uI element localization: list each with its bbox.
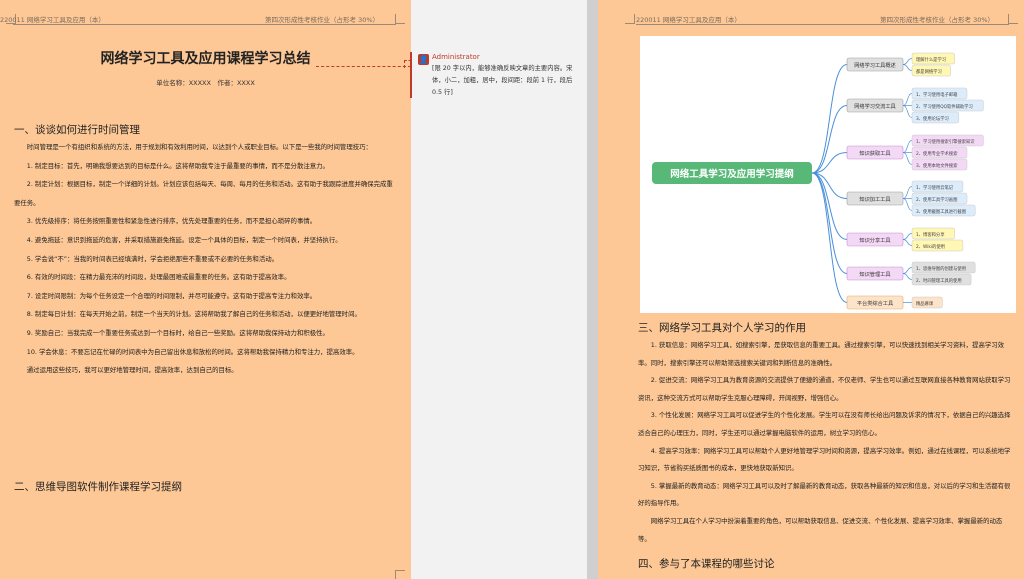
crop-mark [395, 570, 405, 579]
page-gap [587, 0, 598, 579]
mind-map-branch-label: 知识获取工具 [859, 149, 890, 157]
mind-map-leaf-label: 2、时间管理工具的使用 [916, 277, 962, 284]
section1-body: 时间管理是一个有组织和系统的方法，用于规划和有效利用时间，以达到个人或职业目标。… [14, 138, 398, 380]
list-item: 10. 学会休息：不要忘记在忙碌的时间表中为自己留出休息和放松的时间。这将帮助我… [26, 347, 359, 356]
mind-map-connector [902, 105, 913, 118]
mind-map-leaf-label: 2、学习使用QQ软件辅助学习 [916, 103, 973, 110]
mind-map-leaf-label: 1、学习使用电子邮箱 [916, 91, 958, 98]
mind-map-leaf-label: 2、Wiki的使用 [916, 243, 945, 250]
mind-map-leaf-label: 1、学习使用云笔记 [916, 184, 954, 191]
list-item: 1. 制定目标：首先，明确我想要达到的目标是什么。这将帮助我专注于最重要的事情，… [26, 161, 329, 170]
mind-map-diagram: 网络工具学习及应用学习提纲 网络学习工具概述 理解什么是学习都是网络学习网络学习交流… [652, 52, 984, 310]
mind-map-connector [902, 198, 913, 211]
mind-map-connector [902, 273, 913, 280]
list-item: 1. 获取信息：网络学习工具，如搜索引擎，是获取信息的重要工具。通过搜索引擎，可… [638, 341, 1005, 367]
document-title[interactable]: 网络学习工具及应用课程学习总结 [0, 48, 411, 68]
list-item: 5. 学会说“不”：当我的时间表已经填满时，学会拒绝那些不重要或不必要的任务和活… [26, 254, 278, 263]
page-header-left: 220011 网络学习工具及应用（本） [0, 16, 105, 24]
list-item: 2. 制定计划：根据目标，制定一个详细的计划。计划应该包括每天、每周、每月的任务… [14, 180, 393, 207]
mind-map-connector [811, 64, 848, 174]
mind-map-connector [902, 233, 913, 240]
section-heading-3: 三、网络学习工具对个人学习的作用 [638, 322, 806, 334]
header-divider [13, 24, 396, 25]
list-item: 6. 有效的时间段：在精力最充沛的时间段，处理最困难或最重要的任务。这有助于提高… [26, 273, 291, 282]
section-heading-4: 四、参与了本课程的哪些讨论 [638, 558, 775, 570]
mind-map-leaf-label: 1、学习使用搜索引擎搜索知识 [916, 138, 975, 145]
mind-map-connector [811, 172, 848, 274]
mind-map-leaf-label: 精品慕课 [916, 300, 934, 307]
mind-map-connector [902, 140, 913, 153]
page-header-left: 220011 网络学习工具及应用（本） [636, 16, 741, 24]
list-item: 4. 避免拖延：意识到拖延的危害，并采取措施避免拖延。设定一个具体的目标，制定一… [26, 235, 342, 244]
comment-text[interactable]: [限 20 字以内，能够准确反映文章的主要内容。宋体，小二，加粗，居中，段间距：… [432, 63, 582, 99]
list-item: 2. 促进交流：网络学习工具为教育资源的交流提供了便捷的通道，不仅老师、学生也可… [638, 376, 1011, 402]
mind-map-leaf-label: 3、使用本地文件搜索 [916, 162, 958, 169]
mind-map-leaf-label: 2、使用工具学习画图 [916, 196, 957, 203]
page-header-right: 第四次形成性考核作业（占形考 30%） [265, 16, 380, 24]
summary-paragraph: 网络学习工具在个人学习中扮演着重要的角色，可以帮助获取信息、促进交流、个性化发展… [638, 516, 1003, 543]
mind-map-connector [902, 64, 913, 71]
list-item: 8. 制定每日计划：在每天开始之前，制定一个当天的计划。这将帮助我了解自己的任务… [26, 310, 361, 319]
mind-map-leaf-label: 3、使用截图工具进行截图 [916, 208, 966, 215]
user-icon: 👤 [418, 54, 429, 65]
mind-map-connector [902, 186, 913, 199]
section-heading-2: 二、思维导图软件制作课程学习提纲 [14, 481, 182, 493]
page-header-right: 第四次形成性考核作业（占形考 30%） [880, 16, 995, 24]
mind-map-branch-label: 平台类综合工具 [857, 299, 893, 307]
list-item: 7. 设定时间限制：为每个任务设定一个合理的时间限制，并尽可能遵守。这有助于提高… [26, 291, 317, 300]
header-divider [636, 24, 1009, 25]
mind-map-branch-label: 知识分享工具 [859, 236, 890, 244]
mind-map-connector [811, 172, 848, 240]
crop-mark [625, 14, 635, 24]
mind-map-connector [902, 93, 913, 106]
mind-map-branch-label: 网络学习交流工具 [854, 102, 896, 110]
mind-map-connector [902, 152, 913, 165]
list-item: 3. 个性化发展：网络学习工具可以促进学生的个性化发展。学生可以在没有师长给出问… [638, 411, 1011, 437]
mind-map-connector [902, 239, 913, 246]
mind-map-leaf-label: 1、思维导图的创建与使用 [916, 265, 966, 272]
mind-map-leaf-label: 都是网络学习 [916, 68, 942, 75]
mind-map-branch-label: 网络学习工具概述 [854, 61, 896, 69]
mind-map-leaf-label: 2、使用专业学术搜索 [916, 150, 958, 157]
mind-map-connector [902, 267, 913, 274]
section3-body: 1. 获取信息：网络学习工具，如搜索引擎，是获取信息的重要工具。通过搜索引擎，可… [638, 337, 1014, 548]
list-item: 4. 提高学习效率：网络学习工具可以帮助个人更好地管理学习时间和资源，提高学习效… [638, 446, 1011, 473]
mind-map-leaf-label: 3、使用论坛学习 [916, 115, 949, 122]
mind-map-leaf-label: 1、博客和分享 [916, 231, 945, 238]
section-heading-1: 一、谈谈如何进行时间管理 [14, 124, 140, 136]
comment-anchor-line [316, 66, 411, 67]
mind-map-image[interactable]: 网络工具学习及应用学习提纲 网络学习工具概述 理解什么是学习 都是网络学习网络学习交流… [640, 36, 1016, 313]
intro-paragraph: 时间管理是一个有组织和系统的方法，用于规划和有效利用时间，以达到个人或职业目标。… [26, 143, 372, 151]
comment-author: Administrator [432, 53, 480, 61]
document-subtitle: 单位名称：XXXXX 作者：XXXX [156, 79, 255, 87]
list-item: 5. 掌握最新的教育动态：网络学习工具可以及时了解最新的教育动态，获取各种最新的… [638, 481, 1011, 508]
mind-map-branch-label: 知识加工工具 [859, 195, 890, 203]
mind-map-root-label: 网络工具学习及应用学习提纲 [670, 168, 794, 180]
mind-map-branch-label: 知识管理工具 [859, 270, 890, 278]
crop-mark [395, 14, 405, 24]
document-page-left[interactable]: 220011 网络学习工具及应用（本） 第四次形成性考核作业（占形考 30%） … [0, 0, 411, 579]
list-item: 9. 奖励自己：当我完成一个重要任务或达到一个目标时，给自己一些奖励。这将帮助我… [26, 328, 329, 337]
mind-map-leaf-label: 理解什么是学习 [916, 56, 946, 63]
list-item: 3. 优先级排序：将任务按照重要性和紧急性进行排序，优先处理重要的任务，而不是担… [26, 217, 317, 226]
crop-mark [1008, 14, 1018, 24]
mind-map-connector [902, 58, 913, 65]
comment-marker-bar [410, 52, 412, 98]
conclusion-paragraph: 通过运用这些技巧，我可以更好地管理时间，提高效率，达到自己的目标。 [26, 366, 238, 375]
